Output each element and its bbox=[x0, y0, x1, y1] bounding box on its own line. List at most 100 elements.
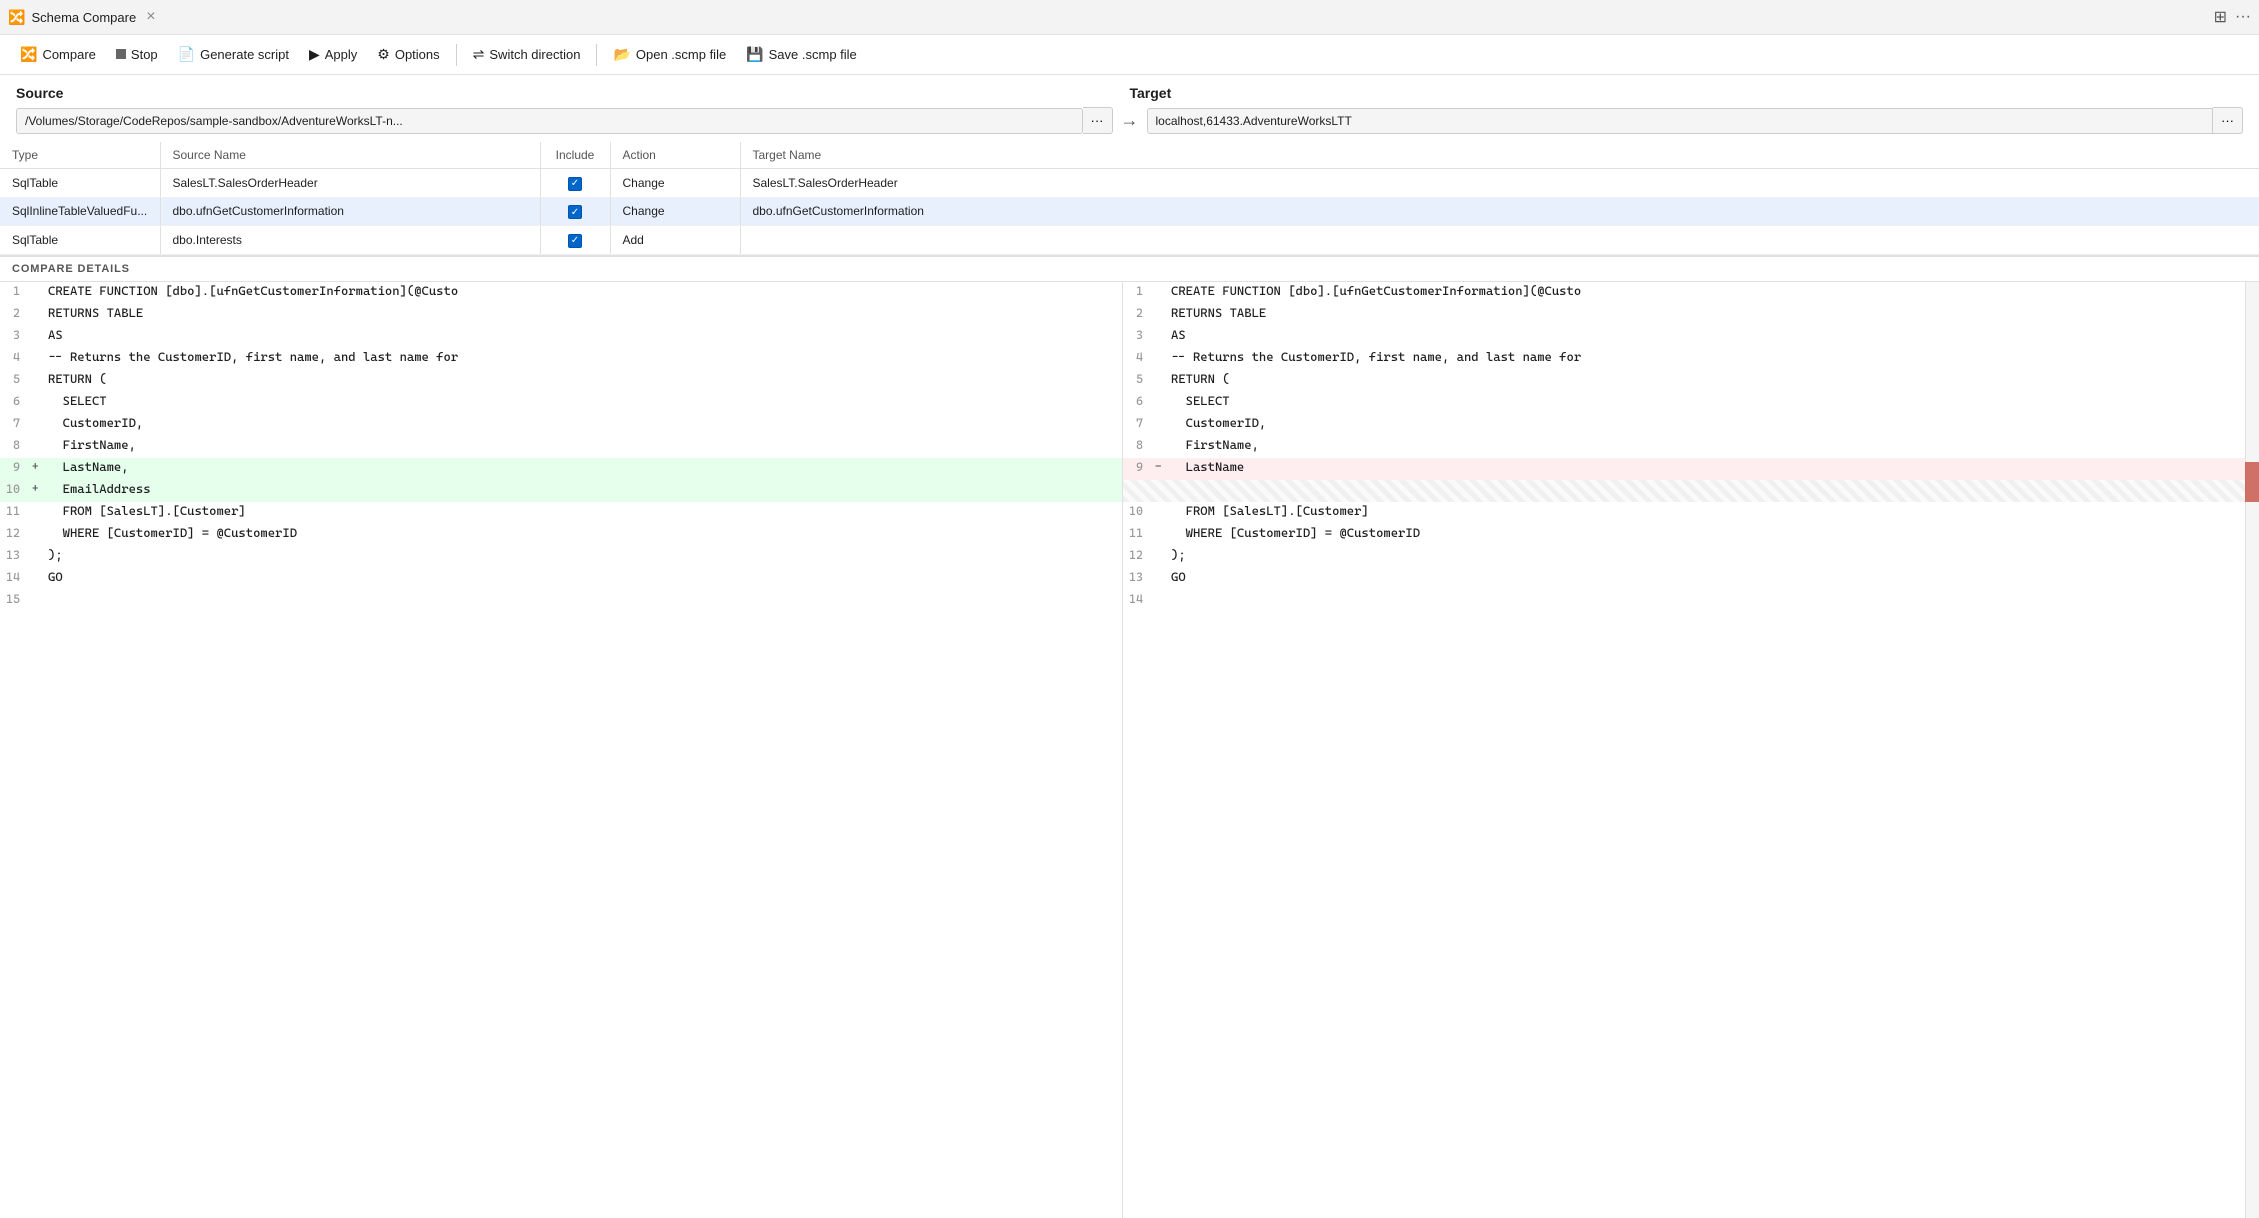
target-browse-button[interactable]: ··· bbox=[2213, 107, 2243, 134]
include-checkbox[interactable] bbox=[568, 205, 582, 219]
cell-type: SqlTable bbox=[0, 226, 160, 255]
line-code: -- Returns the CustomerID, first name, a… bbox=[1171, 349, 1581, 364]
table-row[interactable]: SqlTable SalesLT.SalesOrderHeader Change… bbox=[0, 169, 2259, 198]
diff-line: 3 AS bbox=[0, 326, 1122, 348]
include-checkbox[interactable] bbox=[568, 234, 582, 248]
line-marker bbox=[1155, 393, 1171, 394]
line-marker bbox=[1155, 371, 1171, 372]
line-number: 6 bbox=[0, 393, 32, 408]
target-label: Target bbox=[1130, 85, 2244, 101]
line-marker: + bbox=[32, 481, 48, 495]
cell-type: SqlInlineTableValuedFu... bbox=[0, 197, 160, 226]
diff-scrollbar[interactable] bbox=[2245, 282, 2259, 1218]
line-code: CREATE FUNCTION [dbo].[ufnGetCustomerInf… bbox=[48, 283, 458, 298]
line-marker bbox=[1155, 305, 1171, 306]
cell-action: Add bbox=[610, 226, 740, 255]
diff-line: 15 bbox=[0, 590, 1122, 612]
switch-direction-icon: ⇌ bbox=[473, 46, 485, 63]
diff-container: 1 CREATE FUNCTION [dbo].[ufnGetCustomerI… bbox=[0, 282, 2259, 1218]
diff-right-pane[interactable]: 1 CREATE FUNCTION [dbo].[ufnGetCustomerI… bbox=[1123, 282, 2245, 1218]
line-code: RETURN ( bbox=[48, 371, 107, 386]
line-marker bbox=[1155, 415, 1171, 416]
line-code: LastName bbox=[1171, 459, 1244, 474]
line-code: AS bbox=[48, 327, 63, 342]
compare-icon: 🔀 bbox=[20, 46, 37, 63]
col-header-source-name: Source Name bbox=[160, 142, 540, 169]
cell-target-name bbox=[740, 226, 2259, 255]
generate-script-button[interactable]: 📄 Generate script bbox=[170, 42, 297, 67]
diff-line: 13 GO bbox=[1123, 568, 2245, 590]
line-code: ); bbox=[1171, 547, 1186, 562]
diff-line: 2 RETURNS TABLE bbox=[0, 304, 1122, 326]
diff-line: 8 FirstName, bbox=[0, 436, 1122, 458]
line-number: 14 bbox=[1123, 591, 1155, 606]
diff-line: 5 RETURN ( bbox=[0, 370, 1122, 392]
table-header: Type Source Name Include Action Target N… bbox=[0, 142, 2259, 169]
generate-script-icon: 📄 bbox=[178, 46, 195, 63]
diff-line: 5 RETURN ( bbox=[1123, 370, 2245, 392]
line-code: FROM [SalesLT].[Customer] bbox=[48, 503, 246, 518]
separator-1 bbox=[456, 44, 457, 66]
line-code: FirstName, bbox=[48, 437, 136, 452]
table-row[interactable]: SqlInlineTableValuedFu... dbo.ufnGetCust… bbox=[0, 197, 2259, 226]
tab-left: 🔀 Schema Compare × bbox=[8, 8, 160, 26]
cell-include[interactable] bbox=[540, 169, 610, 198]
diff-line: 2 RETURNS TABLE bbox=[1123, 304, 2245, 326]
line-number: 7 bbox=[0, 415, 32, 430]
line-code: RETURNS TABLE bbox=[1171, 305, 1266, 320]
compare-button[interactable]: 🔀 Compare bbox=[12, 42, 104, 67]
cell-target-name: SalesLT.SalesOrderHeader bbox=[740, 169, 2259, 198]
tab-close-button[interactable]: × bbox=[142, 8, 159, 26]
col-header-target-name: Target Name bbox=[740, 142, 2259, 169]
diff-left-pane[interactable]: 1 CREATE FUNCTION [dbo].[ufnGetCustomerI… bbox=[0, 282, 1123, 1218]
toolbar: 🔀 Compare Stop 📄 Generate script ▶ Apply… bbox=[0, 35, 2259, 75]
save-scmp-button[interactable]: 💾 Save .scmp file bbox=[738, 42, 865, 67]
source-browse-button[interactable]: ··· bbox=[1083, 107, 1113, 134]
line-code: -- Returns the CustomerID, first name, a… bbox=[48, 349, 458, 364]
line-code: RETURN ( bbox=[1171, 371, 1230, 386]
schema-header: Source Target bbox=[0, 75, 2259, 107]
diff-line: 3 AS bbox=[1123, 326, 2245, 348]
switch-direction-button[interactable]: ⇌ Switch direction bbox=[465, 42, 589, 67]
target-input-wrap: ··· bbox=[1147, 107, 2244, 134]
line-marker bbox=[32, 503, 48, 504]
line-number: 12 bbox=[0, 525, 32, 540]
line-number: 3 bbox=[0, 327, 32, 342]
more-actions-button[interactable]: ··· bbox=[2235, 8, 2251, 26]
source-label: Source bbox=[16, 85, 1130, 101]
line-marker bbox=[32, 437, 48, 438]
diff-line: 14 bbox=[1123, 590, 2245, 612]
line-marker bbox=[32, 371, 48, 372]
include-checkbox[interactable] bbox=[568, 177, 582, 191]
cell-source-name: SalesLT.SalesOrderHeader bbox=[160, 169, 540, 198]
line-code: WHERE [CustomerID] = @CustomerID bbox=[48, 525, 297, 540]
diff-line bbox=[1123, 480, 2245, 502]
compare-table-area: Type Source Name Include Action Target N… bbox=[0, 142, 2259, 256]
stop-button[interactable]: Stop bbox=[108, 43, 166, 66]
apply-button[interactable]: ▶ Apply bbox=[301, 42, 365, 67]
line-number: 15 bbox=[0, 591, 32, 606]
diff-line: 13 ); bbox=[0, 546, 1122, 568]
options-button[interactable]: ⚙ Options bbox=[369, 42, 447, 67]
diff-line: 11 FROM [SalesLT].[Customer] bbox=[0, 502, 1122, 524]
line-number: 8 bbox=[1123, 437, 1155, 452]
apply-icon: ▶ bbox=[309, 46, 320, 63]
line-number: 11 bbox=[1123, 525, 1155, 540]
diff-line: 4 -- Returns the CustomerID, first name,… bbox=[0, 348, 1122, 370]
open-scmp-button[interactable]: 📂 Open .scmp file bbox=[605, 42, 734, 67]
cell-include[interactable] bbox=[540, 226, 610, 255]
schema-inputs: ··· → ··· bbox=[0, 107, 2259, 142]
diff-line: 14 GO bbox=[0, 568, 1122, 590]
split-editor-button[interactable]: ⊞ bbox=[2214, 7, 2227, 27]
source-input[interactable] bbox=[16, 108, 1083, 134]
col-header-action: Action bbox=[610, 142, 740, 169]
table-row[interactable]: SqlTable dbo.Interests Add bbox=[0, 226, 2259, 255]
line-number: 5 bbox=[1123, 371, 1155, 386]
line-number: 2 bbox=[0, 305, 32, 320]
cell-include[interactable] bbox=[540, 197, 610, 226]
line-marker: + bbox=[32, 459, 48, 473]
diff-line: 9 + LastName, bbox=[0, 458, 1122, 480]
target-input[interactable] bbox=[1147, 108, 2214, 134]
compare-details-header: COMPARE DETAILS bbox=[0, 256, 2259, 282]
cell-source-name: dbo.Interests bbox=[160, 226, 540, 255]
